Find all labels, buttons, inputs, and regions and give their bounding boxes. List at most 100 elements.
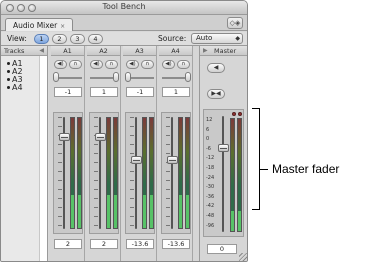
channel-strip-a2: A2 ◀) ∩ 1 2 — [87, 46, 121, 261]
strip-name: A4 — [171, 47, 180, 55]
callout-leader-line — [260, 169, 268, 170]
meter-fill — [107, 195, 110, 228]
master-header: Master ▶ — [200, 46, 247, 56]
mute-button[interactable]: ◀) — [162, 60, 175, 69]
strip-header: A3 — [123, 46, 156, 56]
bullet-icon — [7, 70, 10, 73]
close-tab-icon[interactable]: × — [60, 23, 65, 30]
channel-strips: A1 ◀) ∩ -1 2 A2 ◀) ∩ 1 2 A3 ◀) ∩ -1 -13.6 A4 ◀) ∩ 1 -13.6 — [49, 46, 199, 261]
db-scale-label: -24 — [206, 174, 215, 181]
db-scale-label: -18 — [206, 165, 215, 171]
view-button-2[interactable]: 2 — [52, 34, 67, 44]
solo-button[interactable]: ∩ — [141, 60, 154, 69]
db-scale-label: -6 — [206, 145, 211, 152]
fader-thumb[interactable] — [131, 156, 142, 165]
source-value: Auto — [196, 34, 213, 42]
pan-value[interactable]: 1 — [90, 87, 118, 97]
meter-fill — [114, 195, 117, 228]
tracks-header-label: Tracks — [4, 47, 25, 55]
master-fader-thumb[interactable] — [218, 144, 229, 152]
master-meter-left — [230, 118, 235, 232]
strip-name: A3 — [135, 47, 144, 55]
fader-thumb[interactable] — [59, 132, 70, 141]
fader-thumb[interactable] — [95, 132, 106, 141]
chevron-updown-icon: ◆ — [235, 35, 240, 42]
master-panel: Master ▶ ◀ ▶◀ 12 6 0 -6 -12 -18 -24 -30 -36 -42 -4… — [199, 46, 247, 261]
collapse-left-icon[interactable]: ◀ — [39, 46, 44, 56]
tracks-scroll-area[interactable] — [39, 56, 47, 261]
options-menu-button[interactable]: ◇◈ — [227, 17, 243, 29]
level-meter-right — [113, 117, 118, 229]
db-scale-label: -42 — [206, 203, 215, 210]
volume-fader[interactable] — [125, 112, 155, 234]
db-scale-label: 12 — [206, 117, 213, 123]
meter-fill — [71, 195, 74, 228]
tab-audio-mixer[interactable]: Audio Mixer × — [5, 18, 74, 31]
peak-indicator-right — [238, 112, 242, 116]
mute-button[interactable]: ◀) — [126, 60, 139, 69]
master-header-label: Master — [214, 47, 237, 55]
speaker-icon: ◀) — [129, 61, 136, 67]
db-scale-label: 6 — [206, 126, 210, 133]
speaker-icon: ◀) — [57, 61, 64, 67]
pan-value[interactable]: 1 — [162, 87, 190, 97]
callout-bracket — [252, 108, 260, 210]
mute-button[interactable]: ◀) — [54, 60, 67, 69]
window-title: Tool Bench — [102, 2, 146, 11]
pan-slider-knob[interactable] — [125, 72, 131, 82]
solo-button[interactable]: ∩ — [105, 60, 118, 69]
level-value[interactable]: 2 — [54, 239, 82, 249]
volume-fader[interactable] — [53, 112, 83, 234]
level-value[interactable]: -13.6 — [126, 239, 154, 249]
meter-fill — [231, 210, 234, 231]
headphones-icon: ∩ — [181, 61, 186, 67]
level-meter-right — [149, 117, 154, 229]
pan-slider-knob[interactable] — [113, 72, 119, 82]
track-item-a4[interactable]: A4 — [7, 84, 23, 92]
view-button-4[interactable]: 4 — [88, 34, 103, 44]
strip-name: A1 — [63, 47, 72, 55]
track-label: A4 — [12, 83, 23, 92]
view-button-1[interactable]: 1 — [34, 34, 49, 44]
source-select[interactable]: Auto ◆ — [191, 33, 243, 44]
master-value[interactable]: 0 — [207, 244, 237, 254]
pan-slider-knob[interactable] — [53, 72, 59, 82]
bullet-icon — [7, 78, 10, 81]
fader-slot — [171, 117, 173, 229]
pan-value[interactable]: -1 — [54, 87, 82, 97]
resize-grip[interactable] — [239, 253, 247, 261]
level-value[interactable]: 2 — [90, 239, 118, 249]
speaker-icon: ◀ — [213, 64, 219, 71]
strip-header: A2 — [87, 46, 120, 56]
db-scale-label: -96 — [206, 222, 215, 229]
db-scale-label: 0 — [206, 136, 210, 143]
pan-slider-knob[interactable] — [185, 72, 191, 82]
view-button-3[interactable]: 3 — [70, 34, 85, 44]
headphones-icon: ∩ — [145, 61, 150, 67]
solo-button[interactable]: ∩ — [69, 60, 82, 69]
volume-fader[interactable] — [89, 112, 119, 234]
db-scale-label: -36 — [206, 193, 215, 200]
title-bar[interactable]: Tool Bench — [1, 1, 247, 15]
bullet-icon — [7, 62, 10, 65]
volume-fader[interactable] — [161, 112, 191, 234]
expand-right-icon[interactable]: ▶ — [203, 46, 208, 56]
master-fader-slot — [222, 116, 224, 232]
master-fader[interactable]: 12 6 0 -6 -12 -18 -24 -30 -36 -42 -48 -96 — [203, 109, 244, 237]
meter-fill — [143, 195, 146, 228]
channel-strip-a3: A3 ◀) ∩ -1 -13.6 — [123, 46, 157, 261]
pan-value[interactable]: -1 — [126, 87, 154, 97]
meter-fill — [78, 195, 81, 228]
db-scale-label: -30 — [206, 184, 215, 191]
mute-button[interactable]: ◀) — [90, 60, 103, 69]
tool-bench-window: Tool Bench Audio Mixer × ◇◈ View: 1 2 3 4… — [0, 0, 248, 262]
strip-name: A2 — [99, 47, 108, 55]
level-meter-left — [106, 117, 111, 229]
fader-thumb[interactable] — [167, 156, 178, 165]
level-value[interactable]: -13.6 — [162, 239, 190, 249]
solo-button[interactable]: ∩ — [177, 60, 190, 69]
screenshot: Tool Bench Audio Mixer × ◇◈ View: 1 2 3 4… — [0, 0, 373, 268]
master-downmix-button[interactable]: ▶◀ — [207, 89, 225, 99]
master-mute-button[interactable]: ◀ — [207, 63, 225, 73]
strip-header: A1 — [51, 46, 84, 56]
